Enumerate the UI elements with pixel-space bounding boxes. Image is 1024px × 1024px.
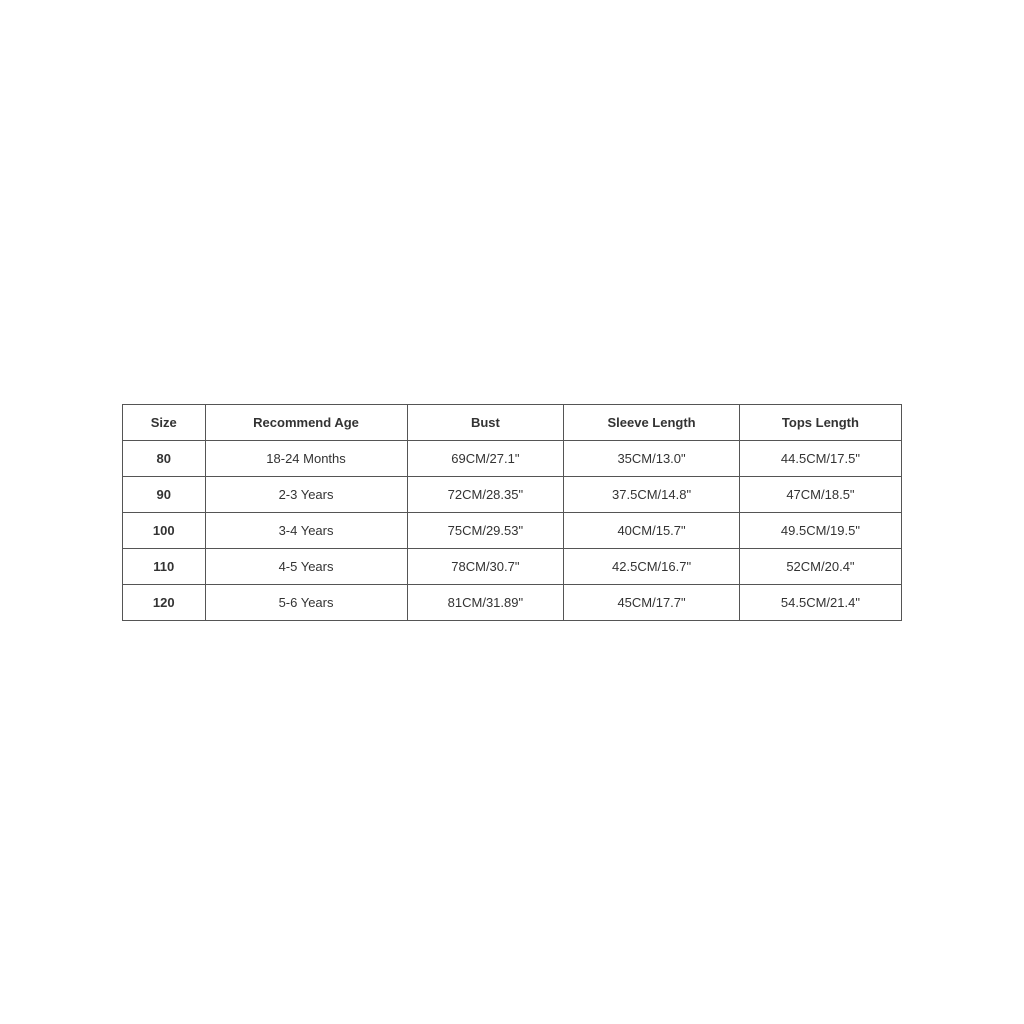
- table-cell: 44.5CM/17.5": [739, 440, 901, 476]
- table-row: 1003-4 Years75CM/29.53"40CM/15.7"49.5CM/…: [123, 512, 902, 548]
- table-cell: 75CM/29.53": [407, 512, 564, 548]
- table-body: 8018-24 Months69CM/27.1"35CM/13.0"44.5CM…: [123, 440, 902, 620]
- table-container: SizeRecommend AgeBustSleeve LengthTops L…: [0, 0, 1024, 1024]
- table-cell: 81CM/31.89": [407, 584, 564, 620]
- table-cell: 42.5CM/16.7": [564, 548, 740, 584]
- column-header: Sleeve Length: [564, 404, 740, 440]
- table-row: 902-3 Years72CM/28.35"37.5CM/14.8"47CM/1…: [123, 476, 902, 512]
- table-cell: 72CM/28.35": [407, 476, 564, 512]
- table-cell: 35CM/13.0": [564, 440, 740, 476]
- table-cell: 5-6 Years: [205, 584, 407, 620]
- table-row: 1205-6 Years81CM/31.89"45CM/17.7"54.5CM/…: [123, 584, 902, 620]
- table-header-row: SizeRecommend AgeBustSleeve LengthTops L…: [123, 404, 902, 440]
- size-chart-table: SizeRecommend AgeBustSleeve LengthTops L…: [122, 404, 902, 621]
- column-header: Tops Length: [739, 404, 901, 440]
- table-cell: 47CM/18.5": [739, 476, 901, 512]
- table-cell: 90: [123, 476, 206, 512]
- column-header: Bust: [407, 404, 564, 440]
- column-header: Recommend Age: [205, 404, 407, 440]
- table-cell: 78CM/30.7": [407, 548, 564, 584]
- table-row: 1104-5 Years78CM/30.7"42.5CM/16.7"52CM/2…: [123, 548, 902, 584]
- table-cell: 3-4 Years: [205, 512, 407, 548]
- table-cell: 37.5CM/14.8": [564, 476, 740, 512]
- table-cell: 2-3 Years: [205, 476, 407, 512]
- table-cell: 49.5CM/19.5": [739, 512, 901, 548]
- table-cell: 40CM/15.7": [564, 512, 740, 548]
- table-cell: 18-24 Months: [205, 440, 407, 476]
- table-cell: 52CM/20.4": [739, 548, 901, 584]
- column-header: Size: [123, 404, 206, 440]
- table-cell: 4-5 Years: [205, 548, 407, 584]
- table-row: 8018-24 Months69CM/27.1"35CM/13.0"44.5CM…: [123, 440, 902, 476]
- table-cell: 54.5CM/21.4": [739, 584, 901, 620]
- table-cell: 80: [123, 440, 206, 476]
- table-cell: 69CM/27.1": [407, 440, 564, 476]
- table-cell: 120: [123, 584, 206, 620]
- table-cell: 110: [123, 548, 206, 584]
- table-cell: 45CM/17.7": [564, 584, 740, 620]
- table-cell: 100: [123, 512, 206, 548]
